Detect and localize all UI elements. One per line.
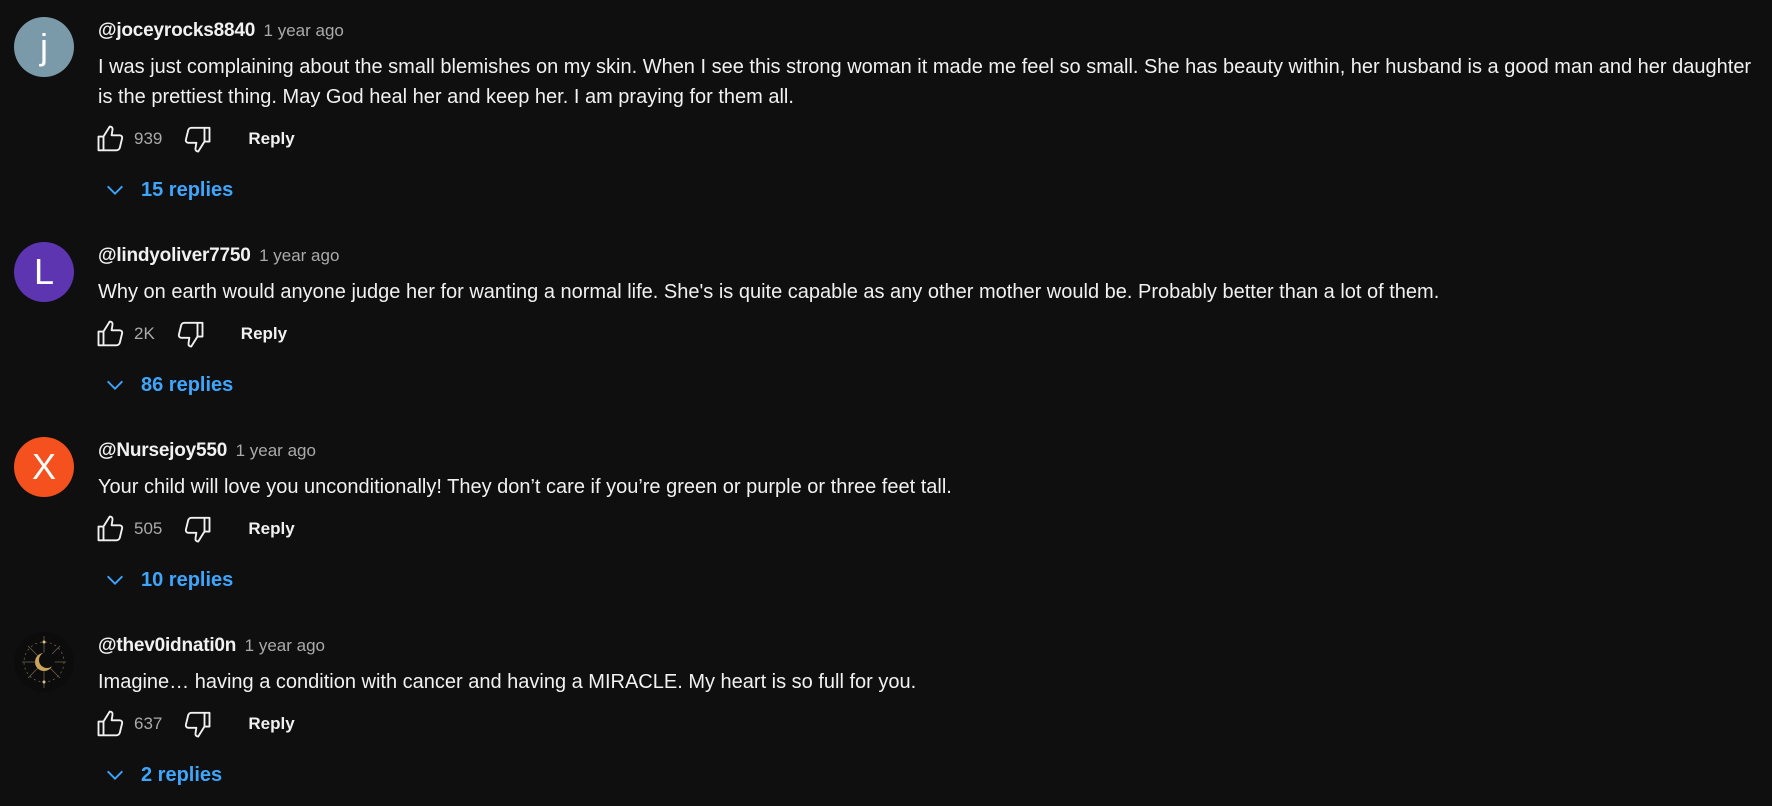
like-count: 2K [134, 324, 155, 343]
reply-button[interactable]: Reply [248, 519, 294, 539]
reply-button[interactable]: Reply [248, 129, 294, 149]
thumbs-down-icon [185, 516, 211, 543]
thumbs-down-icon [185, 711, 211, 738]
chevron-down-icon [100, 565, 130, 595]
view-replies-button[interactable]: 15 replies [100, 172, 233, 208]
thumbs-down-icon [177, 321, 204, 348]
comment-header: @thev0idnati0n 1 year ago [98, 635, 325, 657]
comment-actions: 939 Reply [94, 121, 295, 157]
thumbs-down-icon [185, 126, 211, 153]
thumbs-up-icon [97, 515, 124, 542]
avatar[interactable]: X [14, 437, 74, 497]
comment-header: @Nursejoy550 1 year ago [98, 440, 316, 462]
replies-count: 2 replies [141, 763, 223, 786]
chevron-down-icon [100, 370, 130, 400]
like-button[interactable] [94, 122, 128, 156]
comment-time[interactable]: 1 year ago [236, 441, 316, 460]
avatar[interactable] [14, 632, 74, 692]
author-name[interactable]: @lindyoliver7750 [98, 245, 251, 266]
comment-actions: 637 Reply [94, 706, 295, 742]
chevron-down-icon [100, 175, 130, 205]
avatar-letter: L [33, 251, 55, 292]
like-button[interactable] [94, 707, 128, 741]
dislike-button[interactable] [173, 317, 207, 351]
comment-time[interactable]: 1 year ago [245, 636, 325, 655]
comment-time[interactable]: 1 year ago [259, 246, 339, 265]
comment-header: @joceyrocks8840 1 year ago [98, 20, 344, 42]
view-replies-button[interactable]: 10 replies [100, 562, 233, 598]
author-name[interactable]: @Nursejoy550 [98, 440, 227, 461]
like-button[interactable] [94, 512, 128, 546]
comment-time[interactable]: 1 year ago [264, 21, 344, 40]
replies-count: 10 replies [141, 568, 234, 591]
replies-count: 86 replies [141, 373, 234, 396]
dislike-button[interactable] [180, 122, 214, 156]
replies-count: 15 replies [141, 178, 234, 201]
comment-text: Imagine… having a condition with cancer … [98, 671, 917, 693]
comment-actions: 505 Reply [94, 511, 295, 547]
comment-header: @lindyoliver7750 1 year ago [98, 245, 339, 267]
avatar[interactable]: j [14, 17, 74, 77]
author-name[interactable]: @joceyrocks8840 [98, 20, 255, 41]
comment-text: Why on earth would anyone judge her for … [98, 281, 1440, 303]
reply-button[interactable]: Reply [248, 714, 294, 734]
comment-text: I was just complaining about the small b… [98, 56, 1752, 108]
like-count: 939 [134, 129, 163, 148]
reply-button[interactable]: Reply [241, 324, 287, 344]
chevron-down-icon [100, 760, 130, 790]
avatar-letter: j [40, 26, 48, 67]
thumbs-up-icon [97, 320, 124, 347]
author-name[interactable]: @thev0idnati0n [98, 635, 236, 656]
comment-text: Your child will love you unconditionally… [98, 476, 952, 498]
moon-sun-emblem-icon [14, 632, 74, 692]
comment-actions: 2K Reply [94, 316, 287, 352]
thumbs-up-icon [97, 710, 124, 737]
like-count: 505 [134, 519, 163, 538]
dislike-button[interactable] [180, 707, 214, 741]
view-replies-button[interactable]: 86 replies [100, 367, 233, 403]
comments-section: j @joceyrocks8840 1 year ago I was just … [0, 0, 1772, 806]
thumbs-up-icon [97, 125, 124, 152]
avatar-letter: X [31, 446, 56, 487]
avatar[interactable]: L [14, 242, 74, 302]
like-button[interactable] [94, 317, 128, 351]
dislike-button[interactable] [180, 512, 214, 546]
view-replies-button[interactable]: 2 replies [100, 757, 222, 793]
like-count: 637 [134, 714, 163, 733]
